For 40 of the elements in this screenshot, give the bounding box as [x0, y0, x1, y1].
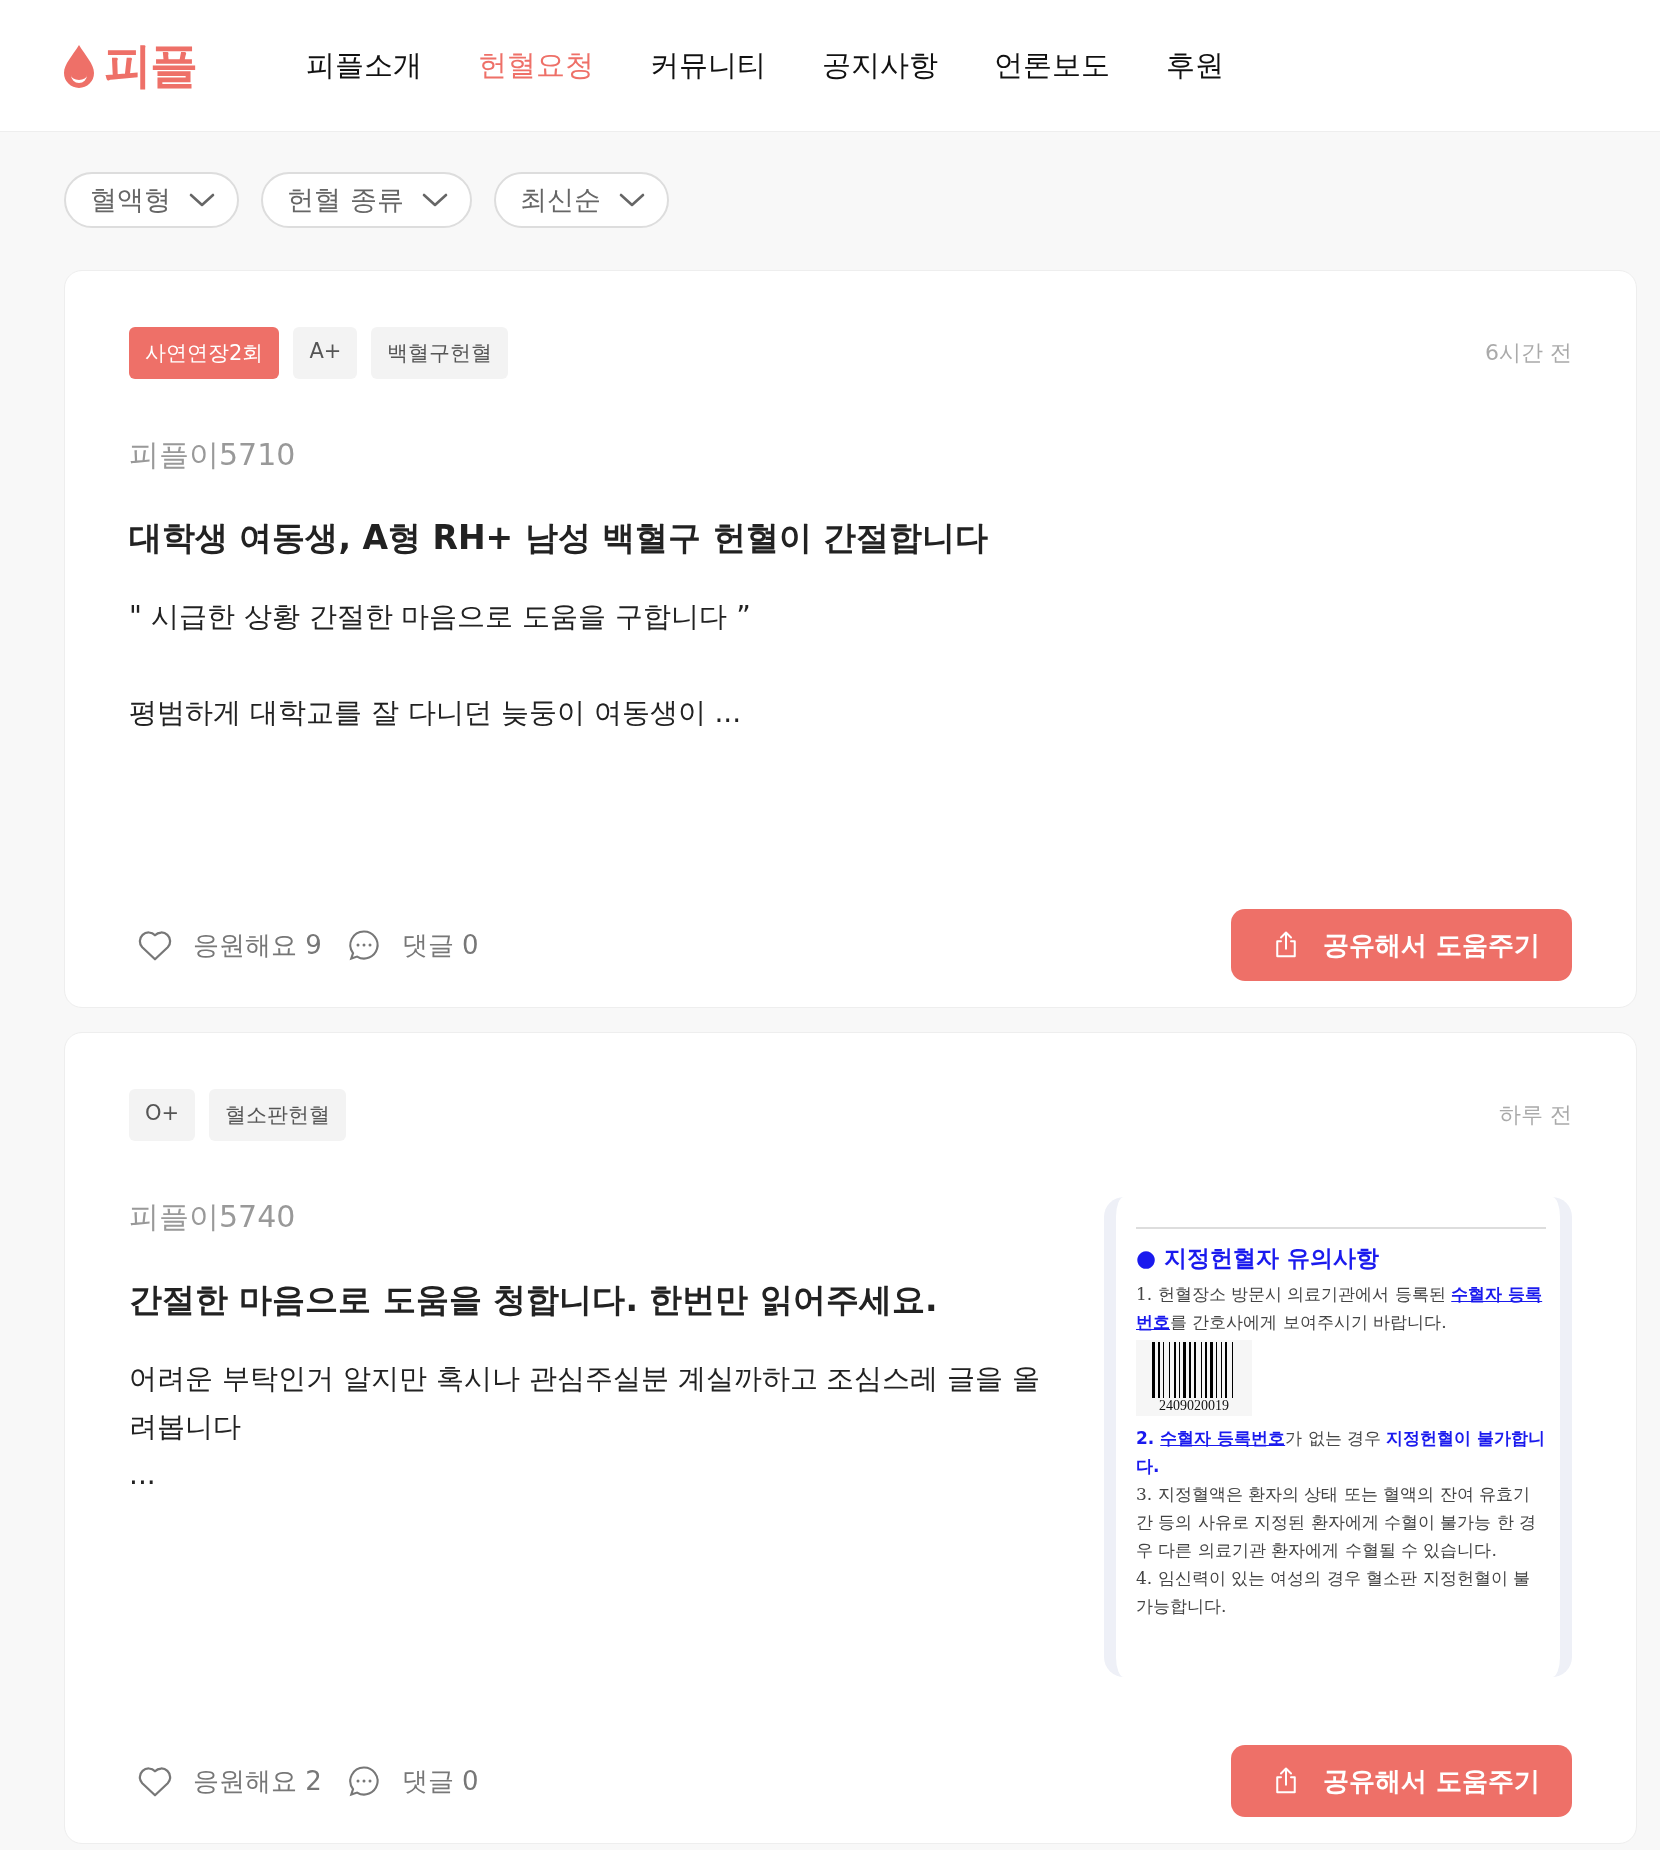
heart-icon[interactable]	[137, 928, 173, 962]
chevron-down-icon	[618, 192, 645, 208]
filter-dropdown[interactable]: 최신순	[493, 172, 669, 228]
post-excerpt: " 시급한 상황 간절한 마음으로 도움을 구합니다 ”	[129, 599, 752, 635]
post-card[interactable]	[64, 1032, 1637, 1844]
filter-dropdown[interactable]: 헌혈 종류	[261, 172, 472, 228]
chevron-down-icon	[421, 192, 448, 208]
document-paragraph: 2. 수혈자 등록번호가 없는 경우 지정헌혈이 불가합니다.	[1136, 1427, 1546, 1478]
tag: A+	[293, 327, 358, 379]
tag: 혈소판헌혈	[209, 1089, 347, 1141]
comment-count: 댓글 0	[401, 928, 479, 962]
filter-dropdown[interactable]: 혈액형	[64, 172, 239, 228]
nav-link[interactable]: 언론보도	[994, 45, 1110, 86]
tag: O+	[129, 1089, 196, 1141]
post-title[interactable]: 간절한 마음으로 도움을 청합니다. 한번만 읽어주세요.	[129, 1278, 1064, 1323]
nav-link[interactable]: 피플소개	[306, 45, 422, 86]
document-heading: ● 지정헌혈자 유의사항	[1136, 1244, 1381, 1273]
post-card[interactable]: 사연연장2회 A+ 백혈구헌혈 6시간 전 피플이5710 대학생 여동생, A형 RH+ 남성 백혈구 헌혈이 간절합니다 " 시급한 상황 간절한 마음으로 도움을 구합니다 ” 평범하게 대학교를 잘 다니던 늦둥이 여동생이 ... 응원해요 9 댓글 0 공유해서 도움주기	[64, 270, 1637, 1008]
post-time: 하루 전	[1499, 1101, 1572, 1129]
cheer-count: 응원해요 2	[193, 1764, 322, 1798]
post-time: 6시간 전	[1485, 339, 1572, 367]
post-excerpt: ...	[129, 1457, 157, 1493]
cheer-count: 응원해요 9	[193, 928, 322, 962]
heart-icon[interactable]	[137, 1764, 173, 1798]
post-excerpt: 어려운 부탁인거 알지만 혹시나 관심주실분 계실까하고 조심스레 글을 올려봅니다	[129, 1361, 1042, 1445]
document-paragraph: 4. 임신력이 있는 여성의 경우 혈소판 지정헌혈이 불가능합니다.	[1136, 1567, 1532, 1618]
nav-link[interactable]: 후원	[1166, 45, 1224, 86]
document-paragraph: 1. 헌혈장소 방문시 의료기관에서 등록된 수혈자 등록번호를 간호사에게 보여주시기 바랍니다.	[1136, 1283, 1544, 1334]
author-name: 피플이5740	[129, 1198, 297, 1236]
nav-link[interactable]: 공지사항	[822, 45, 938, 86]
nav-link[interactable]: 커뮤니티	[650, 45, 766, 86]
barcode-number: 2409020019	[1159, 1398, 1229, 1414]
post-title[interactable]: 대학생 여동생, A형 RH+ 남성 백혈구 헌혈이 간절합니다	[129, 516, 1572, 561]
post-excerpt: 평범하게 대학교를 잘 다니던 늦둥이 여동생이 ...	[129, 695, 743, 731]
comment-count: 댓글 0	[401, 1764, 479, 1798]
tag: 사연연장2회	[129, 327, 280, 379]
author-name: 피플이5710	[129, 436, 297, 474]
tag: 백혈구헌혈	[371, 327, 509, 379]
chevron-down-icon	[189, 192, 215, 208]
document-paragraph: 3. 지정혈액은 환자의 상태 또는 혈액의 잔여 유효기간 등의 사유로 지정된 환자에게 수혈이 불가능 한 경우 다른 의료기관 환자에게 수혈될 수 있습니다.	[1136, 1483, 1538, 1562]
